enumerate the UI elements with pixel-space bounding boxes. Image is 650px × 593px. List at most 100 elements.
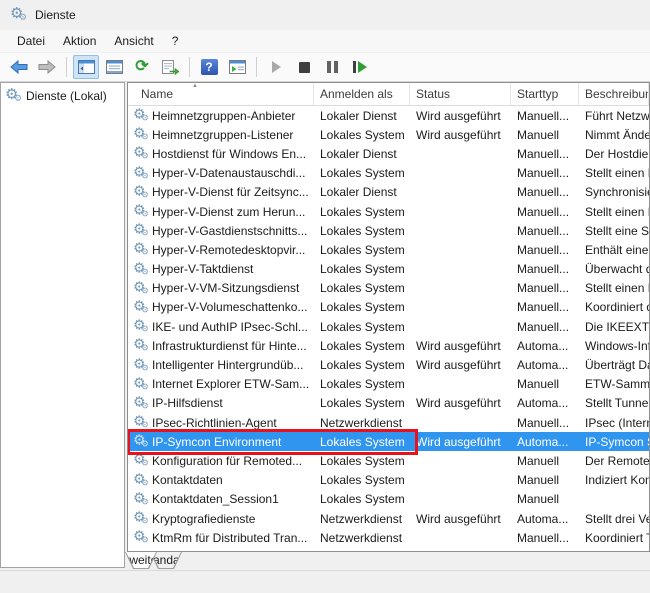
table-row[interactable]: ⚙⚙ Intelligenter Hintergrundüb... Lokale…: [128, 355, 649, 374]
column-header-name[interactable]: Name: [128, 83, 314, 105]
menu-help[interactable]: ?: [163, 31, 188, 51]
services-app-icon: ⚙⚙: [10, 7, 27, 23]
table-row[interactable]: ⚙⚙ Konfiguration für Remoted... Lokales …: [128, 451, 649, 470]
table-row[interactable]: ⚙⚙ Hyper-V-VM-Sitzungsdienst Lokales Sys…: [128, 279, 649, 298]
stop-service-button[interactable]: [291, 55, 317, 79]
service-logon: Lokales System: [314, 492, 410, 506]
service-description: IPsec (Interne...: [579, 416, 649, 430]
service-logon: Netzwerkdienst: [314, 512, 410, 526]
table-row[interactable]: ⚙⚙ Heimnetzgruppen-Listener Lokales Syst…: [128, 125, 649, 144]
service-logon: Lokales System: [314, 473, 410, 487]
service-icon: ⚙⚙: [133, 358, 148, 372]
table-row[interactable]: ⚙⚙ IP-Hilfsdienst Lokales System Wird au…: [128, 394, 649, 413]
toolbar-separator: [66, 57, 67, 77]
service-status: Wird ausgeführt: [410, 358, 511, 372]
window-title: Dienste: [35, 8, 76, 22]
action-pane-button[interactable]: [224, 55, 250, 79]
column-header-status[interactable]: Status: [410, 83, 511, 105]
forward-button[interactable]: [34, 55, 60, 79]
back-button[interactable]: [6, 55, 32, 79]
table-row[interactable]: ⚙⚙ Kontaktdaten_Session1 Lokales System …: [128, 490, 649, 509]
service-logon: Lokales System: [314, 262, 410, 276]
toolbar-separator: [256, 57, 257, 77]
service-description: Die IKEEXT-Di...: [579, 320, 649, 334]
table-row[interactable]: ⚙⚙ Hyper-V-Taktdienst Lokales System Man…: [128, 260, 649, 279]
export-list-icon: [162, 60, 179, 75]
service-starttype: Manuell: [511, 128, 579, 142]
table-row[interactable]: ⚙⚙ Hyper-V-Gastdienstschnitts... Lokales…: [128, 221, 649, 240]
menu-ansicht[interactable]: Ansicht: [105, 31, 162, 51]
sort-ascending-icon: ▲: [192, 83, 198, 89]
table-row[interactable]: ⚙⚙ Hyper-V-Volumeschattenko... Lokales S…: [128, 298, 649, 317]
service-name: IPsec-Richtlinien-Agent: [152, 416, 277, 430]
toolbar: ⟳ ?: [0, 53, 650, 82]
service-description: Stellt drei Ver...: [579, 512, 649, 526]
service-description: Führt Netzwe...: [579, 109, 649, 123]
service-starttype: Automa...: [511, 339, 579, 353]
pause-service-button[interactable]: [319, 55, 345, 79]
table-row[interactable]: ⚙⚙ Kontaktdaten Lokales System Manuell I…: [128, 471, 649, 490]
service-logon: Lokales System: [314, 377, 410, 391]
table-row[interactable]: ⚙⚙ Hyper-V-Dienst für Zeitsync... Lokale…: [128, 183, 649, 202]
service-icon: ⚙⚙: [133, 397, 148, 411]
service-icon: ⚙⚙: [133, 262, 148, 276]
service-name: Kontaktdaten_Session1: [152, 492, 279, 506]
service-description: Der Hostdien...: [579, 147, 649, 161]
start-service-button[interactable]: [263, 55, 289, 79]
service-icon: ⚙⚙: [133, 166, 148, 180]
table-row[interactable]: ⚙⚙ Hostdienst für Windows En... Lokaler …: [128, 144, 649, 163]
restart-service-button[interactable]: [347, 55, 373, 79]
table-row[interactable]: ⚙⚙ Kryptografiedienste Netzwerkdienst Wi…: [128, 509, 649, 528]
column-header-starttyp[interactable]: Starttyp: [511, 83, 579, 105]
table-row[interactable]: ⚙⚙ KtmRm für Distributed Tran... Netzwer…: [128, 528, 649, 547]
table-row[interactable]: ⚙⚙ Hyper-V-Dienst zum Herun... Lokales S…: [128, 202, 649, 221]
service-status: Wird ausgeführt: [410, 339, 511, 353]
service-rows: ⚙⚙ Heimnetzgruppen-Anbieter Lokaler Dien…: [128, 106, 649, 547]
refresh-button[interactable]: ⟳: [129, 55, 155, 79]
service-description: Koordiniert Tr...: [579, 531, 649, 545]
service-description: Überwacht de...: [579, 262, 649, 276]
table-row[interactable]: ⚙⚙ IKE- und AuthIP IPsec-Schl... Lokales…: [128, 317, 649, 336]
service-name: Intelligenter Hintergrundüb...: [152, 358, 303, 372]
show-console-tree-button[interactable]: [73, 55, 99, 79]
service-name: IKE- und AuthIP IPsec-Schl...: [152, 320, 308, 334]
export-list-button[interactable]: [157, 55, 183, 79]
service-starttype: Automa...: [511, 512, 579, 526]
table-row[interactable]: ⚙⚙ Infrastrukturdienst für Hinte... Loka…: [128, 336, 649, 355]
column-header-anmelden-als[interactable]: Anmelden als: [314, 83, 410, 105]
help-button[interactable]: ?: [196, 55, 222, 79]
service-description: Synchronisier...: [579, 185, 649, 199]
service-description: Der Remoted...: [579, 454, 649, 468]
tree-item-dienste-lokal[interactable]: ⚙⚙ Dienste (Lokal): [1, 83, 124, 104]
properties-button[interactable]: [101, 55, 127, 79]
service-starttype: Manuell...: [511, 300, 579, 314]
service-description: ETW-Sammlu...: [579, 377, 649, 391]
menu-datei[interactable]: Datei: [8, 31, 54, 51]
service-starttype: Manuell: [511, 377, 579, 391]
console-tree-panel: ⚙⚙ Dienste (Lokal): [0, 82, 125, 568]
service-icon: ⚙⚙: [133, 185, 148, 199]
properties-window-icon: [106, 60, 123, 74]
column-header-beschreibung[interactable]: Beschreibung: [579, 83, 649, 105]
service-starttype: Manuell...: [511, 224, 579, 238]
menu-aktion[interactable]: Aktion: [54, 31, 105, 51]
service-name: Hostdienst für Windows En...: [152, 147, 306, 161]
tab-erweitert[interactable]: Erweitert: [125, 552, 157, 569]
service-logon: Lokales System: [314, 435, 410, 449]
service-starttype: Manuell...: [511, 166, 579, 180]
service-name: Hyper-V-Gastdienstschnitts...: [152, 224, 307, 238]
table-row[interactable]: ⚙⚙ Hyper-V-Datenaustauschdi... Lokales S…: [128, 164, 649, 183]
menubar: Datei Aktion Ansicht ?: [0, 30, 650, 53]
table-row[interactable]: ⚙⚙ IPsec-Richtlinien-Agent Netzwerkdiens…: [128, 413, 649, 432]
service-name: Hyper-V-VM-Sitzungsdienst: [152, 281, 299, 295]
service-icon: ⚙⚙: [133, 454, 148, 468]
table-row[interactable]: ⚙⚙ IP-Symcon Environment Lokales System …: [128, 432, 649, 451]
table-row[interactable]: ⚙⚙ Heimnetzgruppen-Anbieter Lokaler Dien…: [128, 106, 649, 125]
table-row[interactable]: ⚙⚙ Hyper-V-Remotedesktopvir... Lokales S…: [128, 240, 649, 259]
table-row[interactable]: ⚙⚙ Internet Explorer ETW-Sam... Lokales …: [128, 375, 649, 394]
service-name: Konfiguration für Remoted...: [152, 454, 302, 468]
service-logon: Lokales System: [314, 281, 410, 295]
service-logon: Lokales System: [314, 454, 410, 468]
service-description: Stellt einen M...: [579, 205, 649, 219]
service-description: Stellt eine Sch...: [579, 224, 649, 238]
